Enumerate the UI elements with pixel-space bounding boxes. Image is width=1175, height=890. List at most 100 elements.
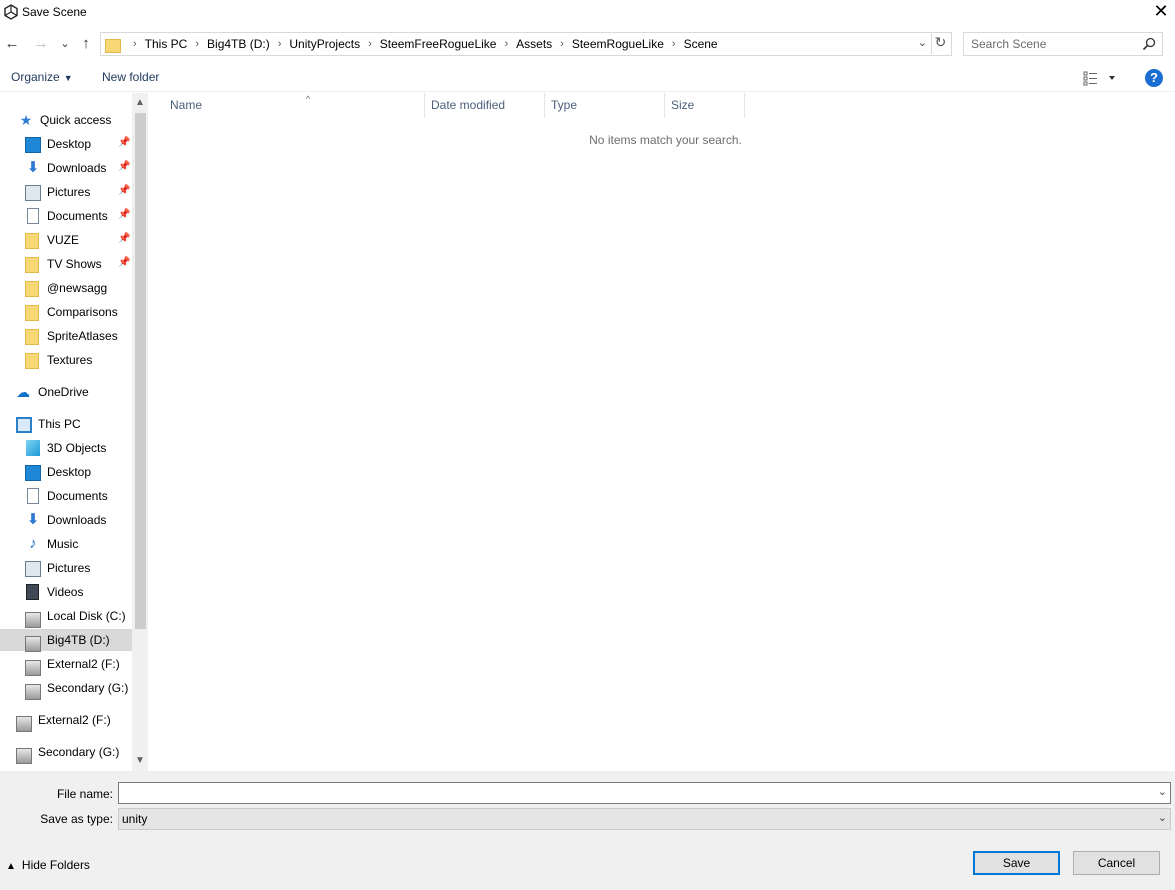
folder-icon [25,329,39,345]
up-button[interactable]: ↑ [76,34,96,54]
navigation-row: ← → ⌄ ↑ › This PC › Big4TB (D:) › UnityP… [0,30,1175,58]
search-box[interactable] [963,32,1163,56]
sidebar-item-documents[interactable]: Documents 📌 [0,205,132,227]
sidebar-item-big4tb-d[interactable]: Big4TB (D:) [0,629,132,652]
local-disk-icon [25,611,41,628]
back-arrow-icon: ← [4,35,20,52]
sidebar-item-secondary-g[interactable]: Secondary (G:) [0,677,132,700]
sidebar-item-pictures[interactable]: Pictures 📌 [0,181,132,203]
crumb-separator[interactable]: › [195,38,199,50]
command-bar: Organize ▼ New folder ? [0,62,1175,92]
crumb-steemfreeroguelike[interactable]: SteemFreeRogueLike [380,37,497,51]
navigation-pane: ★ Quick access Desktop 📌 ⬇ Downloads 📌 P… [0,93,148,771]
crumb-separator[interactable]: › [672,38,676,50]
sidebar-item-local-disk-c[interactable]: Local Disk (C:) [0,605,132,628]
refresh-button[interactable]: ↻ [931,34,949,54]
desktop-icon [25,137,41,153]
save-as-type-label: Save as type: [40,812,113,826]
sidebar-item-quick-access[interactable]: ★ Quick access [0,109,132,131]
chevron-down-icon[interactable]: ⌄ [1158,785,1167,798]
column-label: Date modified [431,98,506,112]
pin-icon: 📌 [118,161,131,172]
crumb-steemroguelike[interactable]: SteemRogueLike [572,37,664,51]
sidebar-item-downloads[interactable]: ⬇ Downloads 📌 [0,157,132,179]
scrollbar-thumb[interactable] [135,113,146,629]
sidebar-item-external2-f[interactable]: External2 (F:) [0,653,132,676]
sidebar-item-pictures-pc[interactable]: Pictures [0,557,132,579]
scroll-up-icon[interactable]: ▲ [132,95,148,111]
sort-ascending-icon: ^ [306,94,311,104]
crumb-separator[interactable]: › [278,38,282,50]
sidebar-item-music[interactable]: ♪ Music [0,533,132,555]
sidebar-item-tv-shows[interactable]: TV Shows 📌 [0,253,132,275]
sidebar-item-vuze[interactable]: VUZE 📌 [0,229,132,251]
sidebar-item-external2-root[interactable]: External2 (F:) [0,709,132,732]
sidebar-item-desktop[interactable]: Desktop 📌 [0,133,132,155]
crumb-separator[interactable]: › [504,38,508,50]
column-header-size[interactable]: Size [665,93,745,118]
hide-folders-button[interactable]: ▲ Hide Folders [6,858,90,872]
caret-down-icon: ▼ [63,73,73,83]
sidebar-item-3d-objects[interactable]: 3D Objects [0,437,132,459]
sidebar-item-videos[interactable]: Videos [0,581,132,603]
sidebar-scrollbar[interactable]: ▲ ▼ [132,93,148,771]
computer-icon [16,416,32,433]
folder-icon [25,233,39,249]
sidebar-item-documents-pc[interactable]: Documents [0,485,132,507]
sidebar-item-spriteatlases[interactable]: SpriteAtlases [0,325,132,347]
pictures-icon [25,185,41,201]
sidebar-item-newsagg[interactable]: @newsagg [0,277,132,299]
sidebar-item-onedrive[interactable]: ☁ OneDrive [0,381,132,403]
sidebar-item-desktop-pc[interactable]: Desktop [0,461,132,483]
crumb-separator[interactable]: › [368,38,372,50]
column-header-date-modified[interactable]: Date modified [425,93,545,118]
pictures-icon [25,561,41,577]
crumb-separator[interactable]: › [560,38,564,50]
sidebar-item-this-pc[interactable]: This PC [0,413,132,435]
sidebar-item-label: Downloads [47,513,107,527]
column-header-name[interactable]: Name ^ [164,93,425,118]
file-list[interactable]: Name ^ Date modified Type Size No items … [148,93,1175,771]
sidebar-item-label: Downloads [47,161,107,175]
scroll-down-icon[interactable]: ▼ [132,753,148,769]
view-options-button[interactable] [1083,70,1119,86]
crumb-this-pc[interactable]: This PC [145,37,188,51]
crumb-unityprojects[interactable]: UnityProjects [289,37,360,51]
crumb-scene[interactable]: Scene [684,37,718,51]
sidebar-item-textures[interactable]: Textures [0,349,132,371]
forward-button[interactable]: → [31,34,51,54]
save-as-type-select[interactable]: unity ⌄ [118,808,1171,830]
recent-locations-button[interactable]: ⌄ [55,34,75,54]
back-button[interactable]: ← [2,34,22,54]
file-name-field[interactable]: ⌄ [118,782,1171,804]
search-input[interactable] [971,36,1136,52]
pin-icon: 📌 [118,233,131,244]
cancel-button[interactable]: Cancel [1073,851,1160,875]
save-as-type-value: unity [122,812,148,826]
sidebar-item-label: SpriteAtlases [47,329,118,343]
sidebar-item-label: Secondary (G:) [38,745,120,759]
sidebar-item-comparisons[interactable]: Comparisons [0,301,132,323]
drive-icon [25,683,41,700]
sidebar-item-label: This PC [38,417,81,431]
help-icon[interactable]: ? [1145,69,1163,87]
sidebar-item-downloads-pc[interactable]: ⬇ Downloads [0,509,132,531]
search-icon[interactable] [1142,37,1156,51]
address-history-dropdown[interactable]: ⌄ [918,36,927,49]
address-bar[interactable]: › This PC › Big4TB (D:) › UnityProjects … [100,32,952,56]
sidebar-item-secondary-root[interactable]: Secondary (G:) [0,741,132,764]
sidebar-item-label: Documents [47,209,108,223]
new-folder-button[interactable]: New folder [102,70,159,84]
chevron-down-icon: ⌄ [1157,812,1167,824]
save-button[interactable]: Save [973,851,1060,875]
close-button[interactable]: ✕ [1147,0,1175,24]
column-header-type[interactable]: Type [545,93,665,118]
hide-folders-label: Hide Folders [21,858,90,872]
crumb-big4tb[interactable]: Big4TB (D:) [207,37,270,51]
organize-button[interactable]: Organize ▼ [11,70,73,84]
documents-icon [27,208,39,224]
sidebar-item-label: VUZE [47,233,80,247]
sidebar-item-label: TV Shows [47,257,102,271]
crumb-assets[interactable]: Assets [516,37,552,51]
drive-icon [16,715,32,732]
